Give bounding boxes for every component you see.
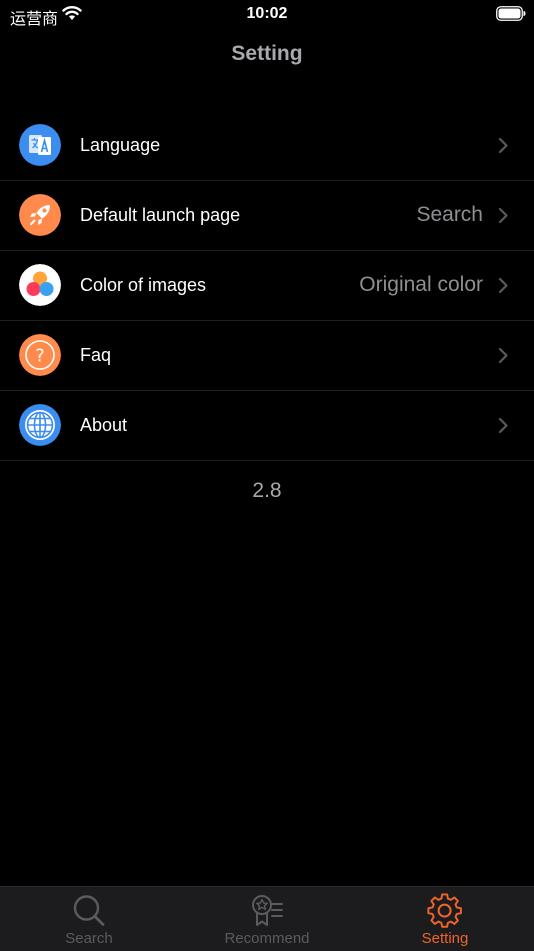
- gear-icon: [427, 893, 462, 928]
- settings-row-language[interactable]: Language: [0, 111, 534, 181]
- search-icon: [73, 895, 105, 926]
- tab-label: Recommend: [224, 930, 310, 947]
- chevron-right-icon: [498, 137, 508, 154]
- settings-row-label: Default launch page: [80, 205, 241, 225]
- chevron-right-icon: [498, 277, 508, 294]
- translate-icon: [19, 124, 61, 166]
- tab-search[interactable]: Search: [0, 887, 178, 951]
- tab-bar: Search Recommend Setting: [0, 886, 534, 951]
- settings-row-label: Color of images: [80, 275, 207, 295]
- tab-setting[interactable]: Setting: [356, 887, 534, 951]
- chevron-right-icon: [498, 207, 508, 224]
- settings-row-value: Search: [416, 203, 483, 226]
- tab-label: Setting: [421, 930, 469, 947]
- tab-recommend[interactable]: Recommend: [178, 887, 356, 951]
- chevron-right-icon: [498, 347, 508, 364]
- settings-row-label: Language: [80, 135, 161, 155]
- rocket-icon: [19, 194, 61, 236]
- settings-row-about[interactable]: About: [0, 391, 534, 461]
- question-icon: ?: [19, 334, 61, 376]
- svg-text:?: ?: [35, 346, 45, 367]
- color-circles-icon: [19, 264, 61, 306]
- settings-row-label: About: [80, 415, 128, 435]
- settings-list: Language Default launch page Search Colo…: [0, 111, 534, 461]
- status-bar: 运营商 10:02: [0, 0, 534, 30]
- settings-row-faq[interactable]: ? Faq: [0, 321, 534, 391]
- page-title: Setting: [231, 42, 303, 65]
- app-version: 2.8: [252, 479, 282, 502]
- globe-icon: [19, 404, 61, 446]
- chevron-right-icon: [498, 417, 508, 434]
- settings-row-default-launch-page[interactable]: Default launch page Search: [0, 181, 534, 251]
- status-time: 10:02: [246, 5, 288, 22]
- battery-icon: [496, 6, 526, 21]
- award-list-icon: [252, 895, 283, 926]
- settings-row-value: Original color: [359, 273, 483, 296]
- settings-row-label: Faq: [80, 345, 112, 365]
- settings-row-color-of-images[interactable]: Color of images Original color: [0, 251, 534, 321]
- tab-label: Search: [65, 930, 113, 947]
